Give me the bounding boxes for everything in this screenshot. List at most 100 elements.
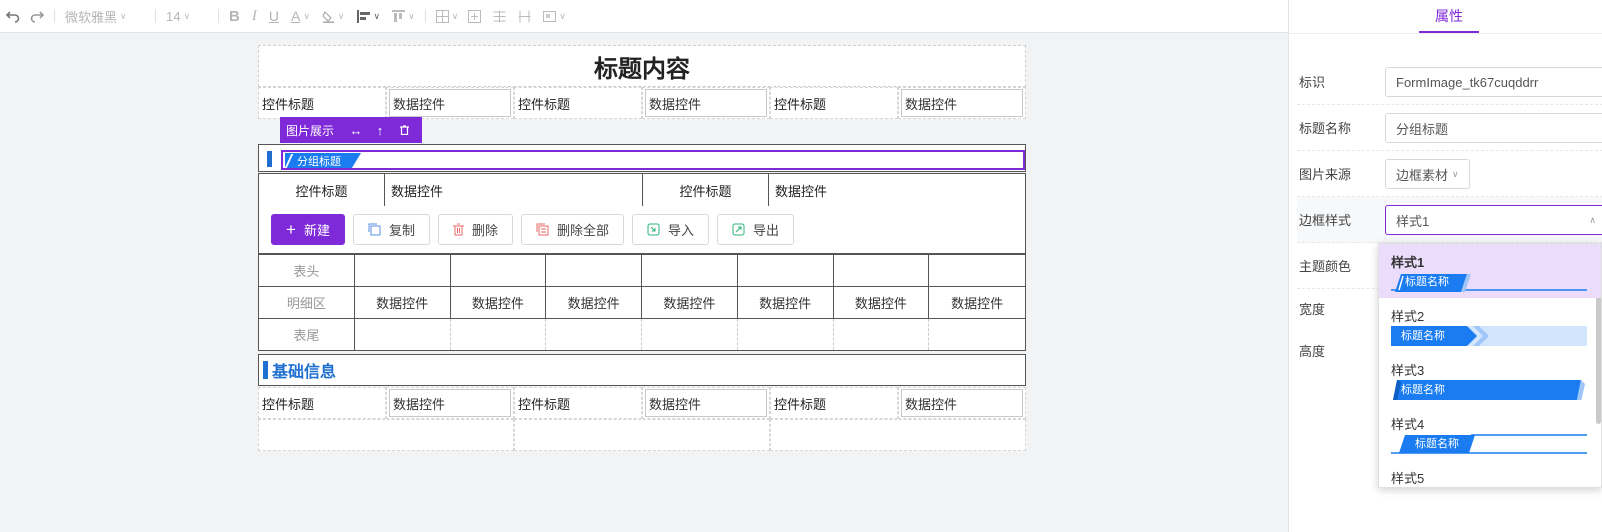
selected-image-element[interactable]: 分组标题 xyxy=(281,150,1025,170)
tab-properties[interactable]: 属性 xyxy=(1419,0,1479,33)
control-title-cell[interactable]: 控件标题 xyxy=(258,87,386,119)
undo-button[interactable] xyxy=(6,0,20,33)
title-name-input[interactable]: 分组标题 xyxy=(1385,113,1602,143)
grid-footer-cell[interactable] xyxy=(546,319,642,350)
align-top-icon xyxy=(392,9,406,22)
delete-button-label: 删除 xyxy=(471,223,498,238)
grid-header-cell[interactable] xyxy=(929,255,1025,286)
grid-header-cell[interactable] xyxy=(355,255,451,286)
insert-image-button[interactable]: ∨ xyxy=(543,0,566,33)
trash-icon xyxy=(452,223,464,236)
empty-cell[interactable] xyxy=(258,419,514,451)
trash-icon[interactable] xyxy=(392,123,416,138)
vertical-align-button[interactable]: ∨ xyxy=(392,0,415,33)
grid-footer-cell[interactable] xyxy=(929,319,1025,350)
empty-cell[interactable] xyxy=(514,419,770,451)
grid-data-control[interactable]: 数据控件 xyxy=(642,287,738,318)
font-size-value: 14 xyxy=(166,8,181,24)
control-title-cell[interactable]: 控件标题 xyxy=(514,387,642,419)
align-button[interactable]: ∨ xyxy=(356,0,380,33)
id-input[interactable]: FormImage_tk67cuqddrr xyxy=(1385,67,1602,97)
grid-data-control[interactable]: 数据控件 xyxy=(355,287,451,318)
property-id-row: 标识 FormImage_tk67cuqddrr xyxy=(1297,59,1602,105)
data-control[interactable]: 数据控件 xyxy=(901,389,1023,417)
copy-icon xyxy=(368,223,381,236)
grid-header-cell[interactable] xyxy=(451,255,547,286)
grid-header-cell[interactable] xyxy=(738,255,834,286)
border-style-option-5[interactable]: 样式5 xyxy=(1379,460,1601,487)
basic-info-section[interactable]: 基础信息 xyxy=(258,354,1026,386)
font-size-select[interactable]: 14 ∨ xyxy=(166,0,208,33)
fill-color-button[interactable]: ∨ xyxy=(322,0,345,33)
data-control[interactable]: 数据控件 xyxy=(389,389,511,417)
underline-icon[interactable]: U xyxy=(269,0,279,33)
field-row: 控件标题 数据控件 控件标题 数据控件 控件标题 数据控件 xyxy=(258,387,1026,419)
data-control-cell[interactable]: 数据控件 xyxy=(386,387,514,419)
data-control-cell[interactable]: 数据控件 xyxy=(385,174,643,206)
border-style-option-1[interactable]: 样式1 标题名称 xyxy=(1379,244,1601,298)
data-control-cell[interactable]: 数据控件 xyxy=(642,387,770,419)
control-title-cell[interactable]: 控件标题 xyxy=(514,87,642,119)
grid-footer-cell[interactable] xyxy=(355,319,451,350)
delete-button[interactable]: 删除 xyxy=(437,214,513,245)
form-title[interactable]: 标题内容 xyxy=(258,45,1026,87)
split-column-button[interactable] xyxy=(518,0,531,33)
data-control-cell[interactable]: 数据控件 xyxy=(386,87,514,119)
grid-header-cell[interactable] xyxy=(642,255,738,286)
grid-footer-cell[interactable] xyxy=(642,319,738,350)
split-row-button[interactable] xyxy=(493,0,506,33)
border-style-select[interactable]: 样式1 ∧ xyxy=(1385,205,1602,235)
data-control-cell[interactable]: 数据控件 xyxy=(898,387,1026,419)
control-title-cell[interactable]: 控件标题 xyxy=(770,387,898,419)
grid-footer-cell[interactable] xyxy=(738,319,834,350)
merge-cells-button[interactable] xyxy=(468,0,482,33)
delete-all-icon xyxy=(536,223,549,236)
toolbar-divider xyxy=(424,9,426,23)
control-title-cell[interactable]: 控件标题 xyxy=(643,174,769,206)
delete-all-button[interactable]: 删除全部 xyxy=(520,214,624,245)
export-button[interactable]: 导出 xyxy=(717,214,795,245)
control-title-cell[interactable]: 控件标题 xyxy=(770,87,898,119)
redo-button[interactable] xyxy=(30,0,44,33)
data-control-cell[interactable]: 数据控件 xyxy=(642,87,770,119)
chevron-down-icon: ∨ xyxy=(451,10,459,21)
control-title-cell[interactable]: 控件标题 xyxy=(259,174,385,206)
new-button-label: 新建 xyxy=(303,223,330,238)
border-style-option-2[interactable]: 样式2 标题名称 xyxy=(1379,298,1601,352)
border-style-option-3[interactable]: 样式3 标题名称 xyxy=(1379,352,1601,406)
font-family-select[interactable]: 微软雅黑 ∨ xyxy=(65,0,145,33)
grid-data-control[interactable]: 数据控件 xyxy=(546,287,642,318)
grid-data-control[interactable]: 数据控件 xyxy=(451,287,547,318)
data-control-cell[interactable]: 数据控件 xyxy=(898,87,1026,119)
width-label: 宽度 xyxy=(1299,301,1326,317)
data-control[interactable]: 数据控件 xyxy=(901,89,1023,117)
grid-data-control[interactable]: 数据控件 xyxy=(834,287,930,318)
grid-footer-cell[interactable] xyxy=(834,319,930,350)
border-style-option-4[interactable]: 样式4 标题名称 xyxy=(1379,406,1601,460)
preview-text: 标题名称 xyxy=(1401,384,1445,396)
chevron-down-icon: ∨ xyxy=(183,10,191,21)
empty-cell[interactable] xyxy=(770,419,1026,451)
preview-text: 标题名称 xyxy=(1401,330,1445,342)
italic-icon[interactable]: I xyxy=(252,0,257,33)
id-label: 标识 xyxy=(1299,75,1326,90)
resize-horizontal-icon[interactable]: ↔ xyxy=(344,123,368,138)
border-button[interactable]: ∨ xyxy=(435,0,459,33)
data-control[interactable]: 数据控件 xyxy=(389,89,511,117)
grid-header-cell[interactable] xyxy=(546,255,642,286)
copy-button[interactable]: 复制 xyxy=(352,214,430,245)
grid-data-control[interactable]: 数据控件 xyxy=(929,287,1025,318)
grid-data-control[interactable]: 数据控件 xyxy=(738,287,834,318)
import-button[interactable]: 导入 xyxy=(632,214,710,245)
image-source-select[interactable]: 边框素材 ∨ xyxy=(1385,159,1470,189)
font-color-button[interactable]: A ∨ xyxy=(291,0,310,33)
data-control-cell[interactable]: 数据控件 xyxy=(769,174,1025,206)
bold-icon[interactable]: B xyxy=(229,0,240,33)
grid-header-cell[interactable] xyxy=(834,255,930,286)
data-control[interactable]: 数据控件 xyxy=(645,389,767,417)
control-title-cell[interactable]: 控件标题 xyxy=(258,387,386,419)
grid-footer-cell[interactable] xyxy=(451,319,547,350)
data-control[interactable]: 数据控件 xyxy=(645,89,767,117)
move-up-icon[interactable]: ↑ xyxy=(368,123,392,138)
new-button[interactable]: + 新建 xyxy=(271,214,345,245)
